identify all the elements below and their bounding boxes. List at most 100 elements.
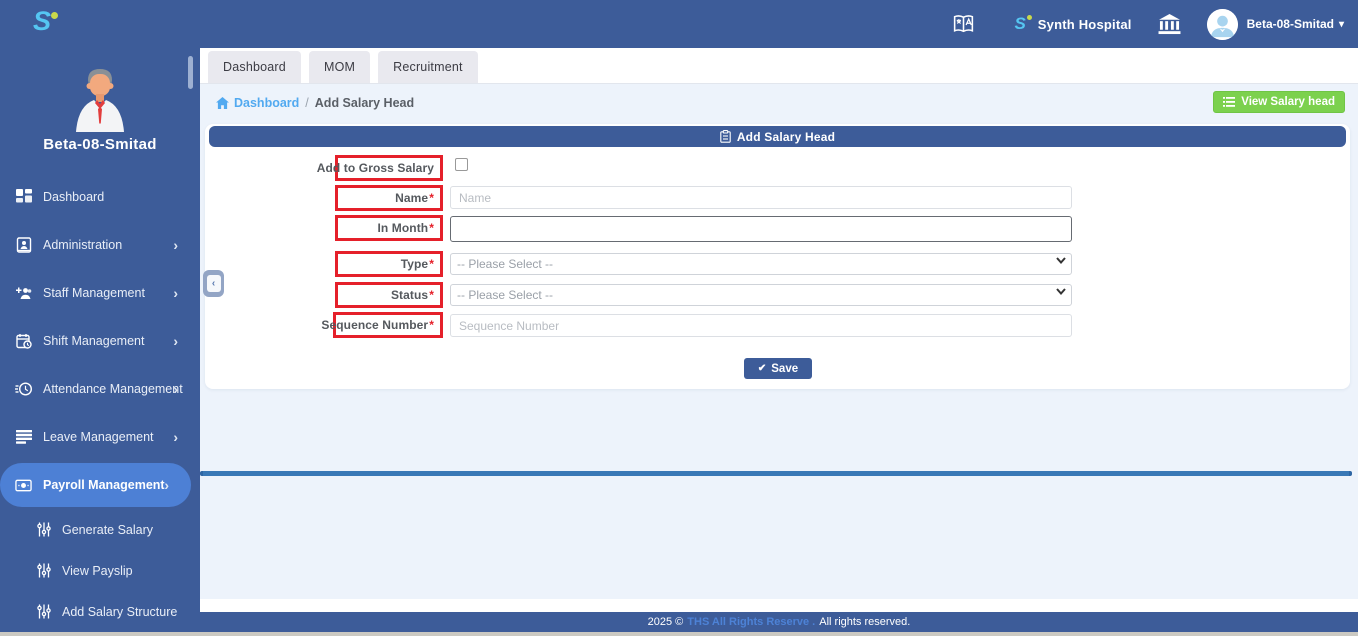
field-label-in-month: In Month* [335, 215, 443, 241]
footer-rights: All rights reserved. [819, 616, 910, 628]
breadcrumb: Dashboard / Add Salary Head [216, 96, 414, 110]
caret-down-icon: ▾ [1339, 19, 1344, 30]
sidebar-item-payroll-management[interactable]: Payroll Management › [0, 463, 191, 507]
field-label-type: Type* [335, 251, 443, 277]
field-label-sequence-number: Sequence Number* [333, 312, 443, 338]
attendance-clock-icon [15, 381, 32, 398]
field-label-status: Status* [335, 282, 443, 308]
breadcrumb-current: Add Salary Head [315, 96, 414, 110]
topbar-user-name: Beta-08-Smitad [1247, 17, 1334, 31]
add-to-gross-salary-checkbox[interactable] [455, 158, 468, 171]
save-button-label: Save [771, 363, 798, 375]
main-content: Dashboard MOM Recruitment Dashboard / Ad… [200, 48, 1358, 632]
topbar-right-cluster: S Synth Hospital Beta-08-Smitad [951, 0, 1344, 48]
chevron-right-icon: › [173, 286, 178, 300]
check-icon: ✔ [758, 363, 766, 374]
sidebar-subitem-view-payslip[interactable]: View Payslip [0, 550, 200, 591]
form-header: Add Salary Head [209, 126, 1346, 147]
list-icon [1223, 97, 1235, 107]
sidebar-item-label: Payroll Management [43, 478, 165, 492]
required-asterisk: * [429, 257, 434, 271]
in-month-input[interactable] [450, 216, 1072, 242]
required-asterisk: * [429, 288, 434, 302]
sidebar-collapse-toggle[interactable]: ‹ [203, 270, 224, 297]
sidebar-subitem-label: View Payslip [62, 564, 133, 578]
breadcrumb-separator: / [305, 96, 308, 110]
type-select[interactable]: -- Please Select -- [450, 253, 1072, 275]
breadcrumb-home-link[interactable]: Dashboard [216, 96, 299, 110]
user-avatar[interactable] [1207, 9, 1238, 40]
sidebar-menu: Dashboard Administration › [0, 173, 200, 632]
user-menu[interactable]: Beta-08-Smitad ▾ [1247, 17, 1344, 31]
admin-badge-icon [15, 237, 32, 254]
chevron-right-icon: › [173, 334, 178, 348]
chevron-right-icon: › [173, 238, 178, 252]
topbar: S S Synth Hospital [0, 0, 1358, 48]
field-label-name: Name* [335, 185, 443, 211]
app-logo[interactable]: S [33, 6, 50, 37]
sidebar-item-attendance-management[interactable]: Attendance Management › [0, 365, 200, 413]
logo-dot-icon [51, 12, 58, 19]
institution-bank-icon[interactable] [1158, 14, 1181, 35]
required-asterisk: * [429, 221, 434, 235]
sidebar-subitem-generate-salary[interactable]: Generate Salary [0, 509, 200, 550]
sidebar-item-label: Administration [43, 238, 122, 252]
translate-icon[interactable] [951, 12, 976, 37]
tab-bar: Dashboard MOM Recruitment [200, 48, 1358, 84]
view-salary-head-button[interactable]: View Salary head [1213, 91, 1345, 113]
home-icon [216, 97, 229, 109]
chevron-right-icon: › [164, 478, 169, 492]
footer-copyright: 2025 © [648, 616, 684, 628]
sliders-icon [37, 604, 52, 620]
hospital-logo-icon: S [1014, 14, 1025, 34]
tab-recruitment[interactable]: Recruitment [378, 51, 478, 83]
clipboard-icon [720, 130, 731, 143]
sidebar-subitem-label: Add Salary Structure [62, 605, 177, 619]
view-salary-head-label: View Salary head [1241, 96, 1335, 108]
logo-dot-icon [1027, 15, 1032, 20]
sliders-icon [37, 563, 52, 579]
sidebar-subitem-label: Generate Salary [62, 523, 153, 537]
chevron-right-icon: › [173, 382, 178, 396]
required-asterisk: * [429, 191, 434, 205]
sidebar-item-dashboard[interactable]: Dashboard [0, 173, 200, 221]
add-salary-head-card: Add Salary Head Add to Gross Salary Name… [205, 124, 1350, 389]
staff-add-icon [15, 285, 32, 302]
sidebar-item-leave-management[interactable]: Leave Management › [0, 413, 200, 461]
dashboard-icon [15, 189, 32, 206]
name-input[interactable] [450, 186, 1072, 209]
field-label-add-to-gross-salary: Add to Gross Salary [335, 155, 443, 181]
content-divider-bar [200, 471, 1352, 476]
payroll-money-icon [15, 477, 32, 494]
sidebar-subitem-add-salary-structure[interactable]: Add Salary Structure [0, 591, 200, 632]
sidebar-item-label: Attendance Management [43, 382, 183, 396]
footer-link[interactable]: THS All Rights Reserve . [687, 616, 815, 628]
sidebar-item-shift-management[interactable]: Shift Management › [0, 317, 200, 365]
status-select[interactable]: -- Please Select -- [450, 284, 1072, 306]
sidebar-scrollbar-thumb[interactable] [188, 56, 193, 89]
sidebar-item-administration[interactable]: Administration › [0, 221, 200, 269]
footer-gap [200, 599, 1358, 612]
sidebar-user-name: Beta-08-Smitad [0, 136, 200, 153]
required-asterisk: * [429, 318, 434, 332]
chevron-right-icon: › [173, 430, 178, 444]
breadcrumb-home-label: Dashboard [234, 96, 299, 110]
shift-calendar-icon [15, 333, 32, 350]
sidebar-item-label: Staff Management [43, 286, 145, 300]
tab-dashboard[interactable]: Dashboard [208, 51, 301, 83]
leave-list-icon [15, 429, 32, 446]
sidebar-item-staff-management[interactable]: Staff Management › [0, 269, 200, 317]
form-title: Add Salary Head [737, 130, 835, 144]
bottom-edge-strip [0, 632, 1358, 636]
save-button[interactable]: ✔ Save [744, 358, 812, 379]
footer: 2025 © THS All Rights Reserve . All righ… [200, 612, 1358, 632]
chevron-left-icon: ‹ [207, 275, 221, 292]
sliders-icon [37, 522, 52, 538]
sidebar-avatar [58, 66, 142, 132]
hospital-name: Synth Hospital [1038, 17, 1132, 32]
sidebar-item-label: Dashboard [43, 190, 104, 204]
sequence-number-input[interactable] [450, 314, 1072, 337]
sidebar-item-label: Shift Management [43, 334, 144, 348]
tab-mom[interactable]: MOM [309, 51, 370, 83]
sidebar: Beta-08-Smitad Dashboard [0, 48, 200, 632]
